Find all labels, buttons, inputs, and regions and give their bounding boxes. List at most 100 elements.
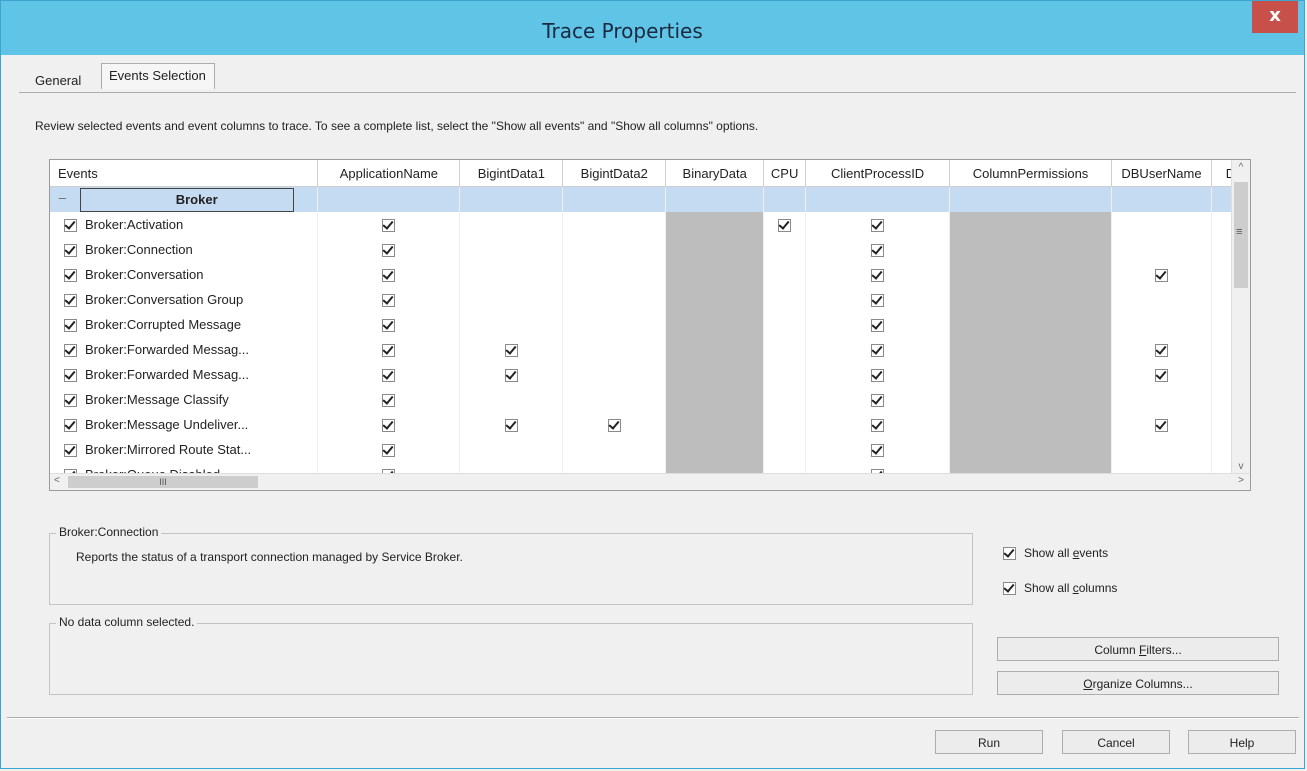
column-header[interactable]: Events — [50, 160, 319, 187]
show-all-columns-checkbox[interactable]: Show all columns — [1003, 581, 1117, 596]
event-name-cell[interactable]: Broker:Conversation Group — [50, 287, 319, 312]
event-checkbox-icon[interactable] — [64, 294, 77, 308]
column-cell[interactable] — [763, 312, 807, 337]
column-cell[interactable] — [763, 362, 807, 387]
column-cell[interactable] — [459, 312, 564, 337]
column-cell[interactable] — [805, 287, 951, 312]
column-cell[interactable] — [317, 337, 461, 362]
show-all-events-checkbox[interactable]: Show all events — [1003, 546, 1108, 561]
column-header[interactable]: BigintData1 — [459, 160, 564, 187]
event-name-cell[interactable]: Broker:Message Classify — [50, 387, 319, 412]
event-row[interactable]: Broker:Conversation Group — [50, 287, 1250, 312]
column-cell[interactable] — [805, 237, 951, 262]
column-checkbox-icon[interactable] — [382, 269, 396, 283]
event-checkbox-icon[interactable] — [64, 319, 77, 333]
column-checkbox-icon[interactable] — [382, 319, 396, 333]
category-cell[interactable]: – Broker — [50, 186, 319, 212]
column-cell[interactable] — [317, 287, 461, 312]
horizontal-scroll-thumb[interactable]: III — [68, 476, 258, 488]
column-checkbox-icon[interactable] — [504, 369, 518, 383]
scroll-left-arrow-icon[interactable]: < — [54, 475, 60, 486]
column-checkbox-icon[interactable] — [382, 444, 396, 458]
column-cell[interactable] — [562, 362, 667, 387]
column-checkbox-icon[interactable] — [871, 219, 885, 233]
column-cell[interactable] — [805, 337, 951, 362]
column-checkbox-icon[interactable] — [504, 419, 518, 433]
column-cell[interactable] — [317, 237, 461, 262]
column-cell[interactable] — [459, 337, 564, 362]
event-name-cell[interactable]: Broker:Message Undeliver... — [50, 412, 319, 437]
column-checkbox-icon[interactable] — [1154, 419, 1168, 433]
column-checkbox-icon[interactable] — [1154, 344, 1168, 358]
event-name-cell[interactable]: Broker:Conversation — [50, 262, 319, 287]
event-checkbox-icon[interactable] — [64, 219, 77, 233]
column-cell[interactable] — [763, 237, 807, 262]
column-header[interactable]: ColumnPermissions — [949, 160, 1112, 187]
checkbox-icon[interactable] — [1003, 582, 1016, 596]
column-cell[interactable] — [763, 337, 807, 362]
column-cell[interactable] — [763, 387, 807, 412]
column-cell[interactable] — [317, 412, 461, 437]
help-button[interactable]: Help — [1188, 730, 1296, 754]
event-checkbox-icon[interactable] — [64, 369, 77, 383]
column-cell[interactable] — [317, 212, 461, 237]
event-row[interactable]: Broker:Conversation — [50, 262, 1250, 287]
column-cell[interactable] — [1111, 312, 1212, 337]
event-row[interactable]: Broker:Message Undeliver... — [50, 412, 1250, 437]
column-checkbox-icon[interactable] — [871, 394, 885, 408]
column-cell[interactable] — [1111, 262, 1212, 287]
column-header[interactable]: CPU — [763, 160, 807, 187]
column-cell[interactable] — [459, 362, 564, 387]
column-cell[interactable] — [317, 262, 461, 287]
column-checkbox-icon[interactable] — [871, 319, 885, 333]
scroll-down-arrow-icon[interactable]: v — [1232, 461, 1250, 472]
column-checkbox-icon[interactable] — [871, 269, 885, 283]
event-name-cell[interactable]: Broker:Forwarded Messag... — [50, 337, 319, 362]
event-name-cell[interactable]: Broker:Mirrored Route Stat... — [50, 437, 319, 462]
category-row[interactable]: – Broker — [50, 186, 1250, 212]
column-cell[interactable] — [562, 312, 667, 337]
events-grid[interactable]: Events ApplicationName BigintData1 BigintDa… — [49, 159, 1251, 491]
column-checkbox-icon[interactable] — [382, 294, 396, 308]
event-checkbox-icon[interactable] — [64, 394, 77, 408]
event-row[interactable]: Broker:Corrupted Message — [50, 312, 1250, 337]
column-cell[interactable] — [562, 237, 667, 262]
column-cell[interactable] — [1111, 387, 1212, 412]
column-checkbox-icon[interactable] — [871, 444, 885, 458]
column-checkbox-icon[interactable] — [871, 294, 885, 308]
column-cell[interactable] — [459, 212, 564, 237]
checkbox-icon[interactable] — [1003, 547, 1016, 561]
event-name-cell[interactable]: Broker:Connection — [50, 237, 319, 262]
column-header[interactable]: ApplicationName — [317, 160, 461, 187]
event-checkbox-icon[interactable] — [64, 269, 77, 283]
column-checkbox-icon[interactable] — [382, 369, 396, 383]
collapse-icon[interactable]: – — [59, 190, 66, 206]
column-cell[interactable] — [805, 262, 951, 287]
column-cell[interactable] — [562, 262, 667, 287]
column-cell[interactable] — [562, 412, 667, 437]
run-button[interactable]: Run — [935, 730, 1043, 754]
column-cell[interactable] — [1111, 362, 1212, 387]
column-cell[interactable] — [562, 437, 667, 462]
column-header[interactable]: DBUserName — [1111, 160, 1212, 187]
column-cell[interactable] — [805, 212, 951, 237]
column-checkbox-icon[interactable] — [382, 419, 396, 433]
event-name-cell[interactable]: Broker:Corrupted Message — [50, 312, 319, 337]
column-cell[interactable] — [1111, 287, 1212, 312]
event-checkbox-icon[interactable] — [64, 344, 77, 358]
tab-events-selection[interactable]: Events Selection — [101, 63, 215, 89]
column-cell[interactable] — [459, 287, 564, 312]
event-checkbox-icon[interactable] — [64, 444, 77, 458]
column-cell[interactable] — [459, 412, 564, 437]
column-checkbox-icon[interactable] — [607, 419, 621, 433]
organize-columns-button[interactable]: Organize Columns... — [997, 671, 1279, 695]
column-cell[interactable] — [763, 412, 807, 437]
horizontal-scrollbar[interactable]: < III > — [50, 473, 1250, 490]
column-cell[interactable] — [805, 437, 951, 462]
column-checkbox-icon[interactable] — [871, 244, 885, 258]
event-row[interactable]: Broker:Forwarded Messag... — [50, 337, 1250, 362]
column-cell[interactable] — [562, 212, 667, 237]
event-name-cell[interactable]: Broker:Forwarded Messag... — [50, 362, 319, 387]
column-cell[interactable] — [805, 387, 951, 412]
column-checkbox-icon[interactable] — [871, 419, 885, 433]
